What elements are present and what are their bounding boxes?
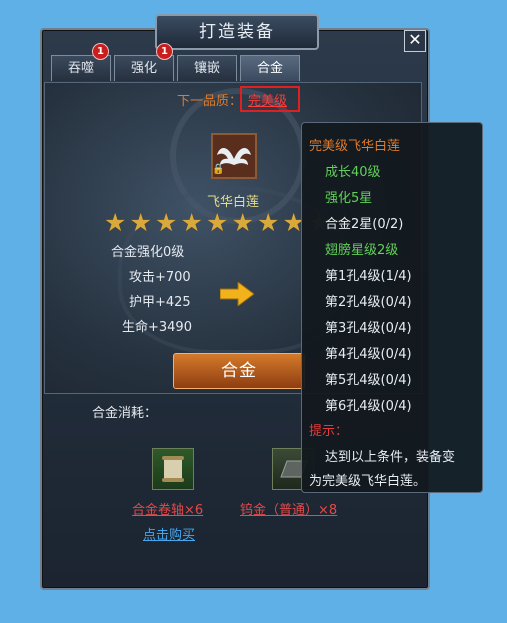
next-quality-link[interactable]: 完美级: [248, 90, 287, 109]
material-tungsten-name[interactable]: 钨金（普通）×8: [240, 499, 337, 518]
tooltip-requirement: 第3孔4级(0/4): [325, 321, 412, 336]
star-filled-icon: ★: [231, 208, 254, 237]
tab-enhance-badge: 1: [156, 43, 173, 60]
quality-tooltip: 完美级飞华白莲 成长40级强化5星合金2星(0/2) 翅膀星级2级 第1孔4级(1/…: [301, 122, 483, 493]
star-filled-icon: ★: [104, 208, 127, 237]
tooltip-requirement: 翅膀星级2级: [325, 243, 399, 258]
tooltip-requirement: 第2孔4级(0/4): [325, 295, 412, 310]
tooltip-requirement: 第5孔4级(0/4): [325, 373, 412, 388]
material-scroll-name[interactable]: 合金卷轴×6: [132, 499, 203, 518]
tab-alloy[interactable]: 合金: [240, 55, 300, 81]
tooltip-hint-line2: 为完美级飞华白莲。: [309, 474, 427, 489]
star-filled-icon: ★: [155, 208, 178, 237]
tooltip-requirement: 第1孔4级(1/4): [325, 269, 412, 284]
tooltip-requirement: 合金2星(0/2): [325, 217, 404, 232]
scroll-icon[interactable]: [152, 448, 194, 490]
alloy-button[interactable]: 合金: [173, 353, 305, 389]
next-quality-label: 下一品质：: [177, 94, 243, 109]
arrow-right-icon: [220, 282, 254, 306]
tooltip-hint-label: 提示：: [309, 424, 349, 439]
lock-icon: 🔒: [212, 164, 225, 175]
tooltip-requirement: 强化5星: [325, 191, 373, 206]
tooltip-requirement: 成长40级: [325, 165, 381, 180]
alloy-level: 合金强化0级: [111, 245, 185, 260]
star-filled-icon: ★: [180, 208, 203, 237]
star-filled-icon: ★: [129, 208, 152, 237]
tooltip-requirement: 第6孔4级(0/4): [325, 399, 412, 414]
armor-stat: 护甲+425: [129, 295, 191, 310]
star-filled-icon: ★: [257, 208, 280, 237]
scroll-glyph: [162, 456, 184, 482]
close-icon[interactable]: ✕: [404, 30, 426, 52]
cost-label: 合金消耗：: [92, 406, 158, 421]
tab-inlay[interactable]: 镶嵌: [177, 55, 237, 81]
hp-stat: 生命+3490: [122, 320, 192, 335]
tab-devour-badge: 1: [92, 43, 109, 60]
attack-stat: 攻击+700: [129, 270, 191, 285]
buy-link[interactable]: 点击购买: [143, 524, 195, 543]
tooltip-hint-line1: 达到以上条件，装备变: [325, 450, 456, 465]
tooltip-title: 完美级飞华白莲: [309, 139, 401, 154]
window-title: 打造装备: [155, 14, 319, 50]
tooltip-requirement: 第4孔4级(0/4): [325, 347, 412, 362]
star-filled-icon: ★: [206, 208, 229, 237]
